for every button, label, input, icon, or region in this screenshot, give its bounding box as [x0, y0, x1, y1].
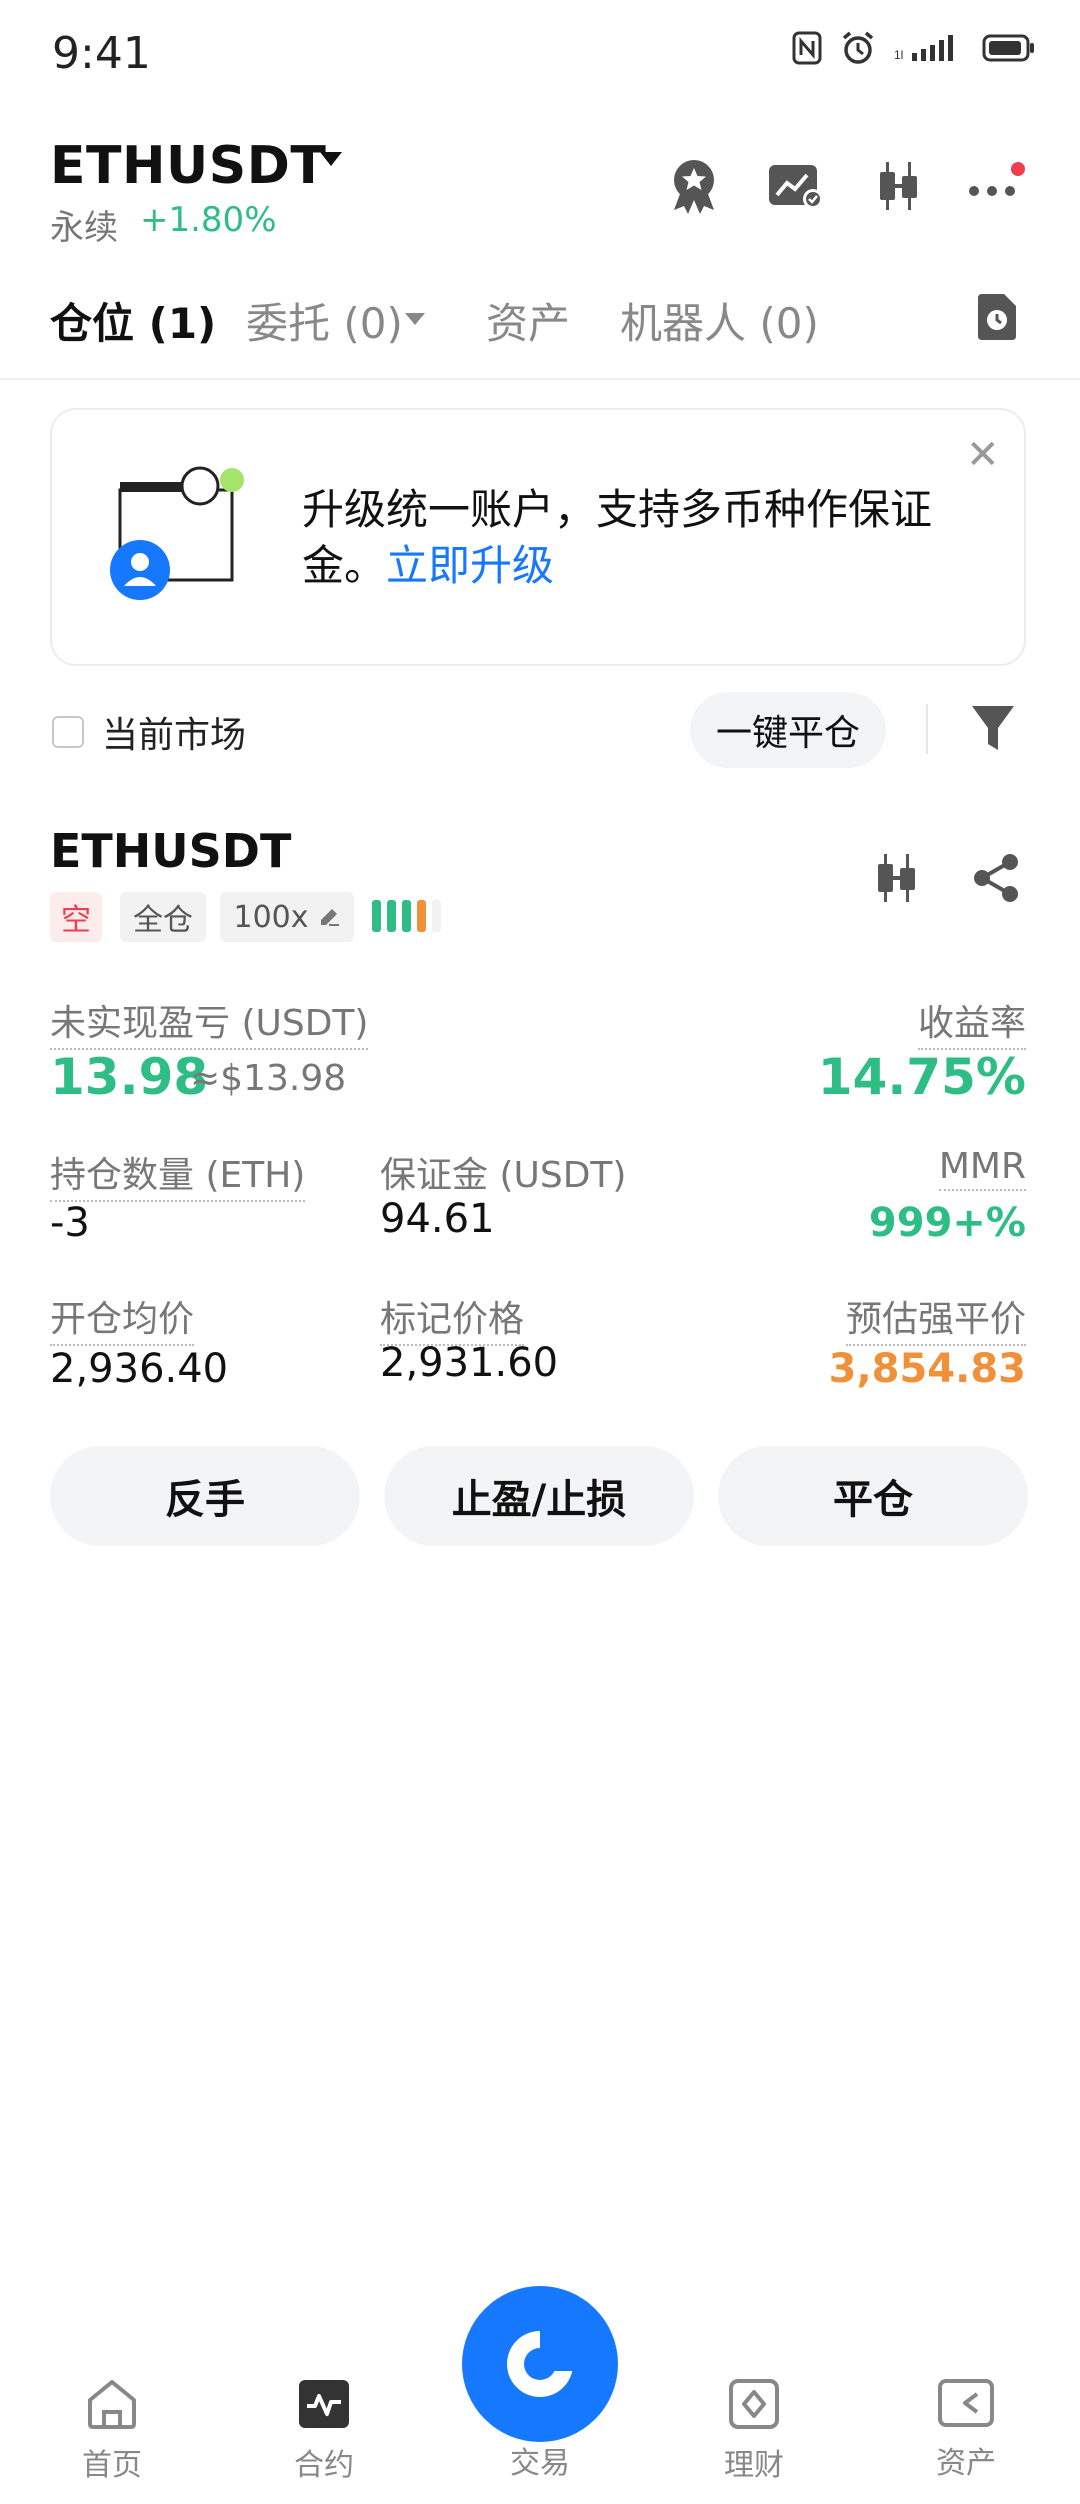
- tp-sl-button[interactable]: 止盈/止损: [384, 1446, 694, 1546]
- nav-home-label: 首页: [82, 2448, 142, 2483]
- tab-assets[interactable]: 资产: [486, 290, 570, 351]
- margin-label: 保证金 (USDT): [380, 1155, 627, 1196]
- nav-futures[interactable]: 合约: [234, 2378, 414, 2484]
- nav-earn-label: 理财: [724, 2448, 784, 2483]
- mmr-value: 999+%: [868, 1200, 1026, 1246]
- status-time: 9:41: [52, 28, 151, 79]
- banner-message: 升级统一账户，支持多币种作保证金。立即升级: [302, 482, 942, 594]
- award-icon[interactable]: [664, 156, 724, 216]
- earn-icon: [729, 2379, 779, 2429]
- svg-text:1l: 1l: [894, 48, 903, 62]
- current-market-checkbox[interactable]: [52, 716, 84, 748]
- futures-icon: [299, 2380, 349, 2428]
- tab-bots[interactable]: 机器人 (0): [620, 290, 819, 351]
- size-label[interactable]: 持仓数量 (ETH): [50, 1146, 306, 1202]
- nav-assets[interactable]: 资产: [876, 2378, 1056, 2482]
- unrealized-pnl-value: 13.98: [50, 1048, 209, 1106]
- leverage-value: 100x: [233, 899, 309, 935]
- size-value: -3: [50, 1200, 90, 1246]
- history-icon[interactable]: [974, 292, 1018, 342]
- nfc-icon: [792, 31, 822, 65]
- candlestick-icon[interactable]: [868, 156, 928, 216]
- roi-value: 14.75%: [817, 1048, 1026, 1106]
- risk-bar: [402, 900, 411, 932]
- nav-earn[interactable]: 理财: [664, 2378, 844, 2484]
- nav-trade-label: 交易: [510, 2446, 570, 2481]
- side-tag: 空: [50, 892, 102, 942]
- nav-futures-label: 合约: [294, 2448, 354, 2483]
- entry-price-value: 2,936.40: [50, 1346, 229, 1392]
- mark-price-value: 2,931.60: [380, 1340, 559, 1386]
- nav-home[interactable]: 首页: [22, 2378, 202, 2484]
- upgrade-now-link[interactable]: 立即升级: [386, 541, 554, 590]
- home-icon: [88, 2380, 136, 2429]
- more-icon[interactable]: [966, 156, 1026, 216]
- leverage-tag[interactable]: 100x: [220, 892, 354, 942]
- unrealized-pnl-usd: ≈$13.98: [190, 1058, 347, 1099]
- pair-title[interactable]: ETHUSDT: [50, 136, 326, 196]
- caret-down-icon[interactable]: [318, 150, 344, 168]
- close-position-button[interactable]: 平仓: [718, 1446, 1028, 1546]
- battery-icon: [982, 34, 1034, 62]
- tab-positions[interactable]: 仓位 (1): [50, 290, 216, 351]
- filter-icon[interactable]: [970, 704, 1016, 754]
- current-market-label[interactable]: 当前市场: [102, 706, 246, 758]
- trade-icon: [507, 2331, 574, 2397]
- alarm-icon: [842, 31, 874, 64]
- mmr-label[interactable]: MMR: [938, 1146, 1026, 1191]
- share-icon[interactable]: [970, 852, 1022, 904]
- close-all-button[interactable]: 一键平仓: [690, 692, 886, 768]
- unrealized-pnl-label[interactable]: 未实现盈亏 (USDT): [50, 994, 369, 1050]
- tab-orders[interactable]: 委托 (0): [246, 290, 403, 351]
- risk-level-bars: [372, 900, 441, 932]
- nav-assets-label: 资产: [936, 2446, 996, 2481]
- risk-bar: [387, 900, 396, 932]
- tab-orders-caret-icon[interactable]: [404, 312, 426, 326]
- tabs-divider: [0, 378, 1080, 380]
- position-chart-icon[interactable]: [870, 852, 922, 904]
- perpetual-label: 永续: [50, 208, 118, 248]
- risk-bar: [417, 900, 426, 932]
- unified-account-icon: [110, 466, 244, 600]
- margin-value: 94.61: [380, 1196, 495, 1242]
- entry-price-label[interactable]: 开仓均价: [50, 1290, 195, 1346]
- risk-bar: [432, 900, 441, 932]
- mark-price-label[interactable]: 标记价格: [380, 1290, 525, 1346]
- filter-divider: [926, 704, 928, 754]
- signal-icon: 1l: [894, 35, 953, 62]
- reverse-button[interactable]: 反手: [50, 1446, 360, 1546]
- chart-settings-icon[interactable]: [766, 156, 826, 216]
- margin-mode-tag[interactable]: 全仓: [120, 892, 206, 942]
- wallet-icon: [938, 2379, 994, 2427]
- status-icons: 1l: [792, 30, 1036, 66]
- close-icon[interactable]: ✕: [966, 432, 1000, 478]
- price-change: +1.80%: [140, 200, 277, 240]
- position-symbol[interactable]: ETHUSDT: [50, 824, 291, 878]
- risk-bar: [372, 900, 381, 932]
- liq-price-label[interactable]: 预估强平价: [845, 1290, 1026, 1346]
- edit-icon: [320, 909, 339, 926]
- nav-trade[interactable]: [462, 2286, 618, 2442]
- roi-label[interactable]: 收益率: [917, 994, 1026, 1050]
- liq-price-value: 3,854.83: [828, 1346, 1026, 1392]
